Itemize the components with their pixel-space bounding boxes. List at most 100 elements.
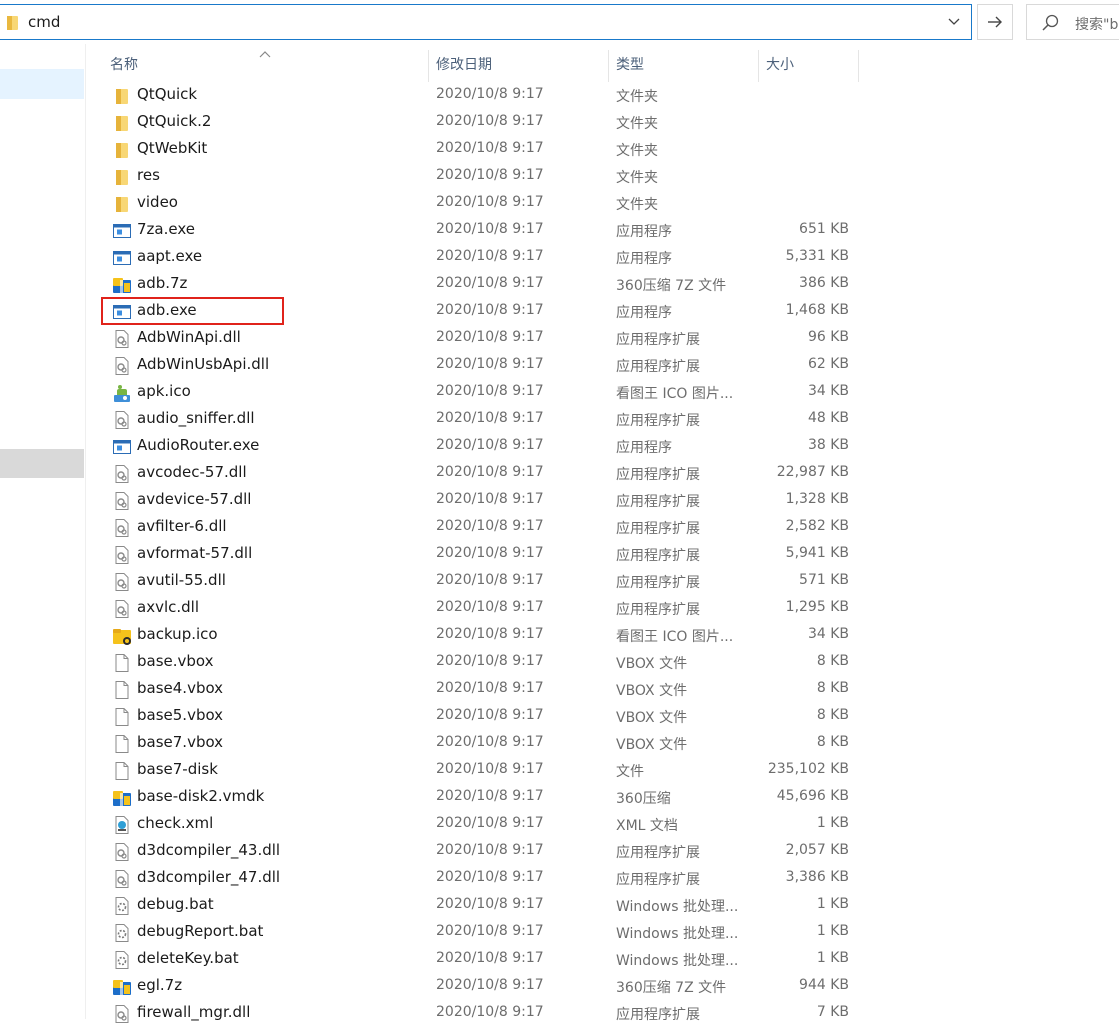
file-type: 应用程序扩展 (616, 575, 700, 591)
file-size: 2,582 KB (785, 518, 849, 534)
file-row[interactable]: AdbWinUsbApi.dll 2020/10/8 9:17 应用程序扩展 62 K… (0, 352, 1119, 379)
column-divider[interactable] (758, 50, 759, 82)
dll-icon (112, 356, 132, 376)
file-type: 文件夹 (616, 116, 658, 132)
search-box[interactable]: 搜索"b (1026, 4, 1119, 40)
file-row[interactable]: d3dcompiler_43.dll 2020/10/8 9:17 应用程序扩展 2,… (0, 838, 1119, 865)
dll-icon (112, 329, 132, 349)
file-date: 2020/10/8 9:17 (436, 410, 544, 426)
file-row[interactable]: AdbWinApi.dll 2020/10/8 9:17 应用程序扩展 96 KB (0, 325, 1119, 352)
address-path[interactable]: cmd (28, 13, 60, 31)
file-date: 2020/10/8 9:17 (436, 680, 544, 696)
file-size: 235,102 KB (767, 761, 849, 777)
file-size: 8 KB (816, 734, 849, 750)
column-header-type[interactable]: 类型 (616, 50, 756, 80)
file-row[interactable]: apk.ico 2020/10/8 9:17 看图王 ICO 图片... 34 KB (0, 379, 1119, 406)
file-type: 文件夹 (616, 170, 658, 186)
file-row[interactable]: adb.7z 2020/10/8 9:17 360压缩 7Z 文件 386 KB (0, 271, 1119, 298)
file-type: 看图王 ICO 图片... (616, 386, 734, 402)
dll-icon (112, 1004, 132, 1024)
file-name: d3dcompiler_47.dll (137, 868, 281, 886)
column-header-size[interactable]: 大小 (766, 50, 856, 80)
file-date: 2020/10/8 9:17 (436, 842, 544, 858)
file-row[interactable]: firewall_mgr.dll 2020/10/8 9:17 应用程序扩展 7 KB (0, 1000, 1119, 1027)
file-name: avfilter-6.dll (137, 517, 227, 535)
file-type: 应用程序扩展 (616, 332, 700, 348)
file-size: 45,696 KB (776, 788, 849, 804)
file-type: Windows 批处理... (616, 899, 739, 915)
go-button[interactable] (977, 4, 1013, 40)
file-row[interactable]: QtWebKit 2020/10/8 9:17 文件夹 (0, 136, 1119, 163)
file-row[interactable]: backup.ico 2020/10/8 9:17 看图王 ICO 图片... 34 … (0, 622, 1119, 649)
file-row[interactable]: d3dcompiler_47.dll 2020/10/8 9:17 应用程序扩展 3,… (0, 865, 1119, 892)
file-row[interactable]: axvlc.dll 2020/10/8 9:17 应用程序扩展 1,295 KB (0, 595, 1119, 622)
bat-icon (112, 950, 132, 970)
dll-icon (112, 869, 132, 889)
file-size: 571 KB (799, 572, 849, 588)
file-row[interactable]: base7-disk 2020/10/8 9:17 文件 235,102 KB (0, 757, 1119, 784)
file-name: axvlc.dll (137, 598, 199, 616)
file-row[interactable]: base-disk2.vmdk 2020/10/8 9:17 360压缩 45,696… (0, 784, 1119, 811)
bat-icon (112, 923, 132, 943)
file-date: 2020/10/8 9:17 (436, 761, 544, 777)
file-row[interactable]: avdevice-57.dll 2020/10/8 9:17 应用程序扩展 1,328… (0, 487, 1119, 514)
file-row[interactable]: debug.bat 2020/10/8 9:17 Windows 批处理... 1 K… (0, 892, 1119, 919)
file-row[interactable]: avutil-55.dll 2020/10/8 9:17 应用程序扩展 571 KB (0, 568, 1119, 595)
file-type: Windows 批处理... (616, 953, 739, 969)
file-type: 文件夹 (616, 89, 658, 105)
file-name: backup.ico (137, 625, 218, 643)
file-size: 1,468 KB (785, 302, 849, 318)
column-header-name[interactable]: 名称 (110, 50, 426, 80)
file-type: 应用程序扩展 (616, 845, 700, 861)
file-row[interactable]: avformat-57.dll 2020/10/8 9:17 应用程序扩展 5,941… (0, 541, 1119, 568)
file-date: 2020/10/8 9:17 (436, 275, 544, 291)
file-type: 应用程序扩展 (616, 413, 700, 429)
file-date: 2020/10/8 9:17 (436, 815, 544, 831)
file-date: 2020/10/8 9:17 (436, 194, 544, 210)
file-name: avdevice-57.dll (137, 490, 252, 508)
file-name: deleteKey.bat (137, 949, 239, 967)
file-row[interactable]: check.xml 2020/10/8 9:17 XML 文档 1 KB (0, 811, 1119, 838)
column-divider[interactable] (608, 50, 609, 82)
file-row[interactable]: base.vbox 2020/10/8 9:17 VBOX 文件 8 KB (0, 649, 1119, 676)
file-row[interactable]: base7.vbox 2020/10/8 9:17 VBOX 文件 8 KB (0, 730, 1119, 757)
file-row[interactable]: debugReport.bat 2020/10/8 9:17 Windows 批处理… (0, 919, 1119, 946)
file-name: d3dcompiler_43.dll (137, 841, 281, 859)
chevron-down-icon[interactable] (937, 5, 971, 39)
file-row[interactable]: 7za.exe 2020/10/8 9:17 应用程序 651 KB (0, 217, 1119, 244)
file-name: QtQuick (137, 85, 198, 103)
file-size: 651 KB (799, 221, 849, 237)
file-row[interactable]: avfilter-6.dll 2020/10/8 9:17 应用程序扩展 2,582 … (0, 514, 1119, 541)
file-row[interactable]: video 2020/10/8 9:17 文件夹 (0, 190, 1119, 217)
column-divider[interactable] (428, 50, 429, 82)
file-name: AdbWinUsbApi.dll (137, 355, 270, 373)
file-row[interactable]: QtQuick.2 2020/10/8 9:17 文件夹 (0, 109, 1119, 136)
file-row[interactable]: deleteKey.bat 2020/10/8 9:17 Windows 批处理..… (0, 946, 1119, 973)
file-row[interactable]: base4.vbox 2020/10/8 9:17 VBOX 文件 8 KB (0, 676, 1119, 703)
file-row[interactable]: QtQuick 2020/10/8 9:17 文件夹 (0, 82, 1119, 109)
file-date: 2020/10/8 9:17 (436, 788, 544, 804)
dll-icon (112, 572, 132, 592)
file-type: 文件夹 (616, 143, 658, 159)
blank-file-icon (112, 680, 132, 700)
column-header-date[interactable]: 修改日期 (436, 50, 606, 80)
file-row[interactable]: AudioRouter.exe 2020/10/8 9:17 应用程序 38 KB (0, 433, 1119, 460)
dll-icon (112, 518, 132, 538)
file-type: VBOX 文件 (616, 683, 688, 699)
file-row[interactable]: res 2020/10/8 9:17 文件夹 (0, 163, 1119, 190)
file-row[interactable]: base5.vbox 2020/10/8 9:17 VBOX 文件 8 KB (0, 703, 1119, 730)
file-type: VBOX 文件 (616, 737, 688, 753)
file-type: 应用程序 (616, 224, 672, 240)
file-name: aapt.exe (137, 247, 203, 265)
file-row[interactable]: avcodec-57.dll 2020/10/8 9:17 应用程序扩展 22,987… (0, 460, 1119, 487)
address-bar[interactable]: cmd (0, 4, 972, 40)
file-row[interactable]: aapt.exe 2020/10/8 9:17 应用程序 5,331 KB (0, 244, 1119, 271)
file-type: 应用程序扩展 (616, 494, 700, 510)
file-row[interactable]: audio_sniffer.dll 2020/10/8 9:17 应用程序扩展 48 … (0, 406, 1119, 433)
exe-icon (112, 221, 132, 241)
file-name: debug.bat (137, 895, 214, 913)
file-date: 2020/10/8 9:17 (436, 653, 544, 669)
file-size: 34 KB (807, 626, 849, 642)
file-row[interactable]: egl.7z 2020/10/8 9:17 360压缩 7Z 文件 944 KB (0, 973, 1119, 1000)
column-divider[interactable] (858, 50, 859, 82)
